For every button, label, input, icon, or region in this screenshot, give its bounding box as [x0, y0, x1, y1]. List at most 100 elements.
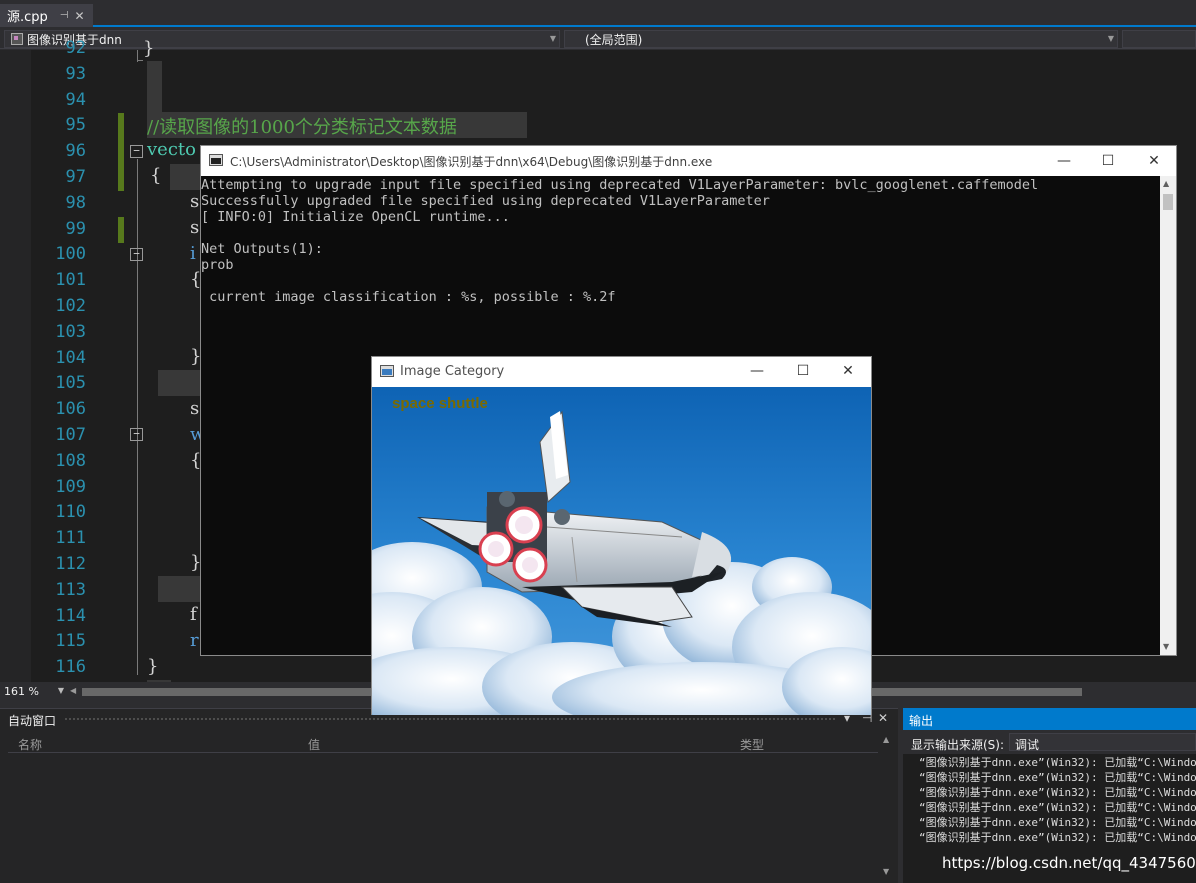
line-number: 94 — [65, 89, 86, 110]
navigation-bar: 图像识别基于dnn ▼ (全局范围) ▼ — [0, 29, 1196, 49]
code-line-97: { — [150, 165, 162, 186]
source-dropdown[interactable]: 调试 — [1009, 733, 1196, 752]
line-number: 97 — [65, 167, 86, 187]
scroll-up-icon[interactable]: ▲ — [1163, 179, 1169, 188]
code-line-99: s — [190, 217, 200, 238]
line-number: 116 — [55, 657, 86, 678]
close-icon[interactable]: ✕ — [75, 9, 85, 23]
minimize-button[interactable]: — — [1041, 146, 1087, 176]
space-shuttle-picture — [372, 387, 871, 715]
structure-guide — [137, 159, 138, 675]
line-number: 114 — [55, 605, 86, 626]
structure-guide-end — [137, 60, 143, 61]
minimize-button[interactable]: — — [734, 357, 780, 386]
scroll-left-icon[interactable]: ◀ — [70, 686, 76, 695]
line-number: 113 — [55, 579, 86, 600]
line-number: 95 — [65, 115, 86, 136]
tab-source-cpp[interactable]: 源.cpp ⊣ ✕ — [0, 4, 93, 27]
member-dropdown[interactable] — [1122, 30, 1196, 48]
output-line: “图像识别基于dnn.exe”(Win32): 已加载“C:\Windows — [919, 816, 1196, 829]
code-line-115: r — [190, 630, 199, 651]
vertical-scrollbar[interactable]: ▲ ▼ — [880, 733, 894, 881]
scope-name: (全局范围) — [585, 32, 643, 47]
panel-grip[interactable] — [64, 717, 836, 722]
project-icon — [11, 33, 23, 45]
classification-label: space shuttle — [392, 395, 488, 412]
column-value[interactable]: 值 — [308, 736, 320, 753]
line-highlight — [170, 164, 200, 190]
scroll-up-icon[interactable]: ▲ — [883, 735, 889, 744]
scroll-down-icon[interactable]: ▼ — [1163, 642, 1169, 651]
column-type[interactable]: 类型 — [740, 736, 764, 753]
autos-header: 名称 值 类型 — [8, 733, 878, 753]
chevron-down-icon: ▼ — [57, 686, 64, 695]
fold-toggle[interactable]: − — [130, 248, 143, 261]
image-window-titlebar[interactable]: Image Category — ☐ ✕ — [372, 357, 871, 386]
output-line: “图像识别基于dnn.exe”(Win32): 已加载“C:\Windows — [919, 786, 1196, 799]
code-line-106: s — [190, 398, 200, 419]
document-tab-strip: 源.cpp ⊣ ✕ — [0, 0, 1196, 27]
console-line: Attempting to upgrade input file specifi… — [201, 177, 1039, 193]
image-category-window[interactable]: Image Category — ☐ ✕ space shuttle — [371, 356, 872, 715]
line-number: 109 — [55, 476, 86, 497]
code-line-114: f — [190, 604, 197, 625]
output-lines: “图像识别基于dnn.exe”(Win32): 已加载“C:\Windows “… — [903, 754, 1196, 844]
line-number: 102 — [55, 296, 86, 316]
chevron-down-icon: ▼ — [1107, 34, 1114, 43]
shuttle-image: space shuttle — [372, 387, 871, 715]
watermark-url: https://blog.csdn.net/qq_43475606 — [942, 854, 1196, 872]
code-line-98: s — [190, 191, 200, 212]
code-line-96: vecto — [147, 139, 196, 160]
line-number: 111 — [55, 528, 86, 549]
console-scrollbar[interactable]: ▲ ▼ — [1160, 176, 1176, 655]
close-button[interactable]: ✕ — [1131, 146, 1177, 176]
line-number: 107 — [55, 425, 86, 445]
close-button[interactable]: ✕ — [825, 357, 871, 386]
autos-title: 自动窗口 — [8, 714, 57, 728]
console-title: C:\Users\Administrator\Desktop\图像识别基于dnn… — [230, 155, 713, 169]
console-line: current image classification : %s, possi… — [201, 289, 616, 305]
maximize-button[interactable]: ☐ — [780, 357, 826, 386]
code-line-116: } — [147, 656, 159, 677]
line-number: 112 — [55, 554, 86, 574]
column-name[interactable]: 名称 — [18, 736, 42, 753]
image-window-title: Image Category — [400, 364, 505, 379]
scope-dropdown[interactable]: (全局范围) ▼ — [564, 30, 1118, 48]
line-number: 106 — [55, 399, 86, 420]
console-titlebar[interactable]: C:\Users\Administrator\Desktop\图像识别基于dnn… — [201, 146, 1176, 176]
output-source-row: 显示输出来源(S): 调试 — [903, 730, 1196, 754]
autos-panel: 自动窗口 ▾ ⊣ ✕ 名称 值 类型 ▲ ▼ — [0, 708, 898, 883]
code-line-100: i — [190, 243, 196, 264]
line-number: 92 — [65, 38, 86, 58]
scroll-thumb[interactable] — [1163, 194, 1173, 210]
fold-toggle[interactable]: − — [130, 145, 143, 158]
chevron-down-icon: ▼ — [549, 34, 556, 43]
zoom-value: 161 % — [4, 685, 39, 698]
line-number: 103 — [55, 321, 86, 342]
console-app-icon — [209, 154, 223, 166]
line-number: 115 — [55, 631, 86, 652]
scroll-down-icon[interactable]: ▼ — [883, 867, 889, 876]
image-app-icon — [380, 365, 394, 377]
maximize-button[interactable]: ☐ — [1085, 146, 1131, 176]
change-bar — [118, 217, 124, 243]
line-number: 100 — [55, 244, 86, 265]
line-number: 93 — [65, 63, 86, 84]
line-number: 108 — [55, 450, 86, 471]
output-line: “图像识别基于dnn.exe”(Win32): 已加载“C:\Windows — [919, 771, 1196, 784]
code-line-95: //读取图像的1000个分类标记文本数据 — [147, 117, 457, 138]
tab-label: 源.cpp — [7, 10, 48, 25]
project-dropdown[interactable]: 图像识别基于dnn ▼ — [4, 30, 560, 48]
zoom-dropdown[interactable]: 161 % ▼ — [4, 684, 64, 699]
close-icon[interactable]: ✕ — [878, 711, 888, 725]
console-line: Net Outputs(1): — [201, 241, 323, 257]
line-number: 96 — [65, 141, 86, 162]
console-line: prob — [201, 257, 234, 273]
output-line: “图像识别基于dnn.exe”(Win32): 已加载“C:\Windows — [919, 801, 1196, 814]
fold-toggle[interactable]: − — [130, 428, 143, 441]
line-number: 110 — [55, 502, 86, 523]
line-number: 99 — [65, 218, 86, 239]
pin-icon[interactable]: ⊣ — [60, 10, 69, 21]
